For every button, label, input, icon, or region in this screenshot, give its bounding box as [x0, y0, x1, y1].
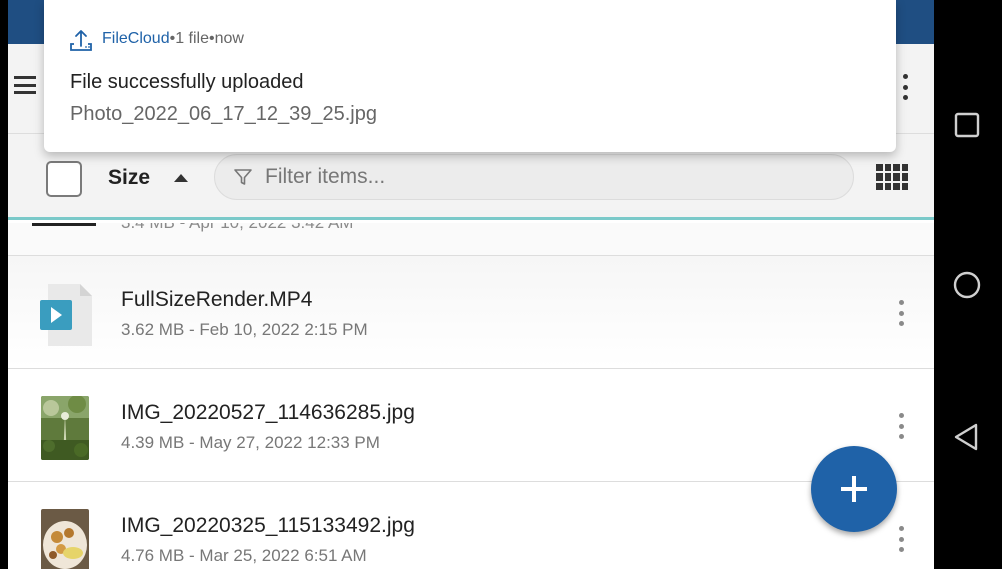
file-name: FullSizeRender.MP4 [121, 288, 313, 311]
video-file-icon [40, 284, 92, 346]
plus-icon [841, 476, 867, 502]
list-item[interactable]: FullSizeRender.MP4 3.62 MB - Feb 10, 202… [8, 256, 934, 369]
back-triangle-icon[interactable] [950, 420, 984, 454]
image-thumbnail [41, 509, 89, 569]
file-list: 3.4 MB - Apr 10, 2022 3:42 AM FullSizeRe… [8, 223, 934, 569]
notification-header: FileCloud • 1 file • now [68, 26, 244, 52]
notification-time: now [214, 30, 244, 47]
item-menu-icon[interactable] [898, 413, 904, 439]
file-meta: 3.62 MB - Feb 10, 2022 2:15 PM [121, 320, 368, 339]
upload-notification[interactable]: FileCloud • 1 file • now File successful… [44, 0, 896, 152]
grid-view-icon[interactable] [876, 164, 908, 190]
recents-square-icon[interactable] [950, 108, 984, 142]
upload-cloud-icon [70, 30, 92, 51]
home-circle-icon[interactable] [950, 268, 984, 302]
sort-label[interactable]: Size [108, 166, 150, 190]
file-name: IMG_20220325_115133492.jpg [121, 514, 415, 537]
notification-body: Photo_2022_06_17_12_39_25.jpg [70, 103, 377, 125]
list-item[interactable]: 3.4 MB - Apr 10, 2022 3:42 AM [8, 223, 934, 256]
filter-input[interactable] [265, 165, 785, 189]
list-item[interactable]: IMG_20220325_115133492.jpg 4.76 MB - Mar… [8, 482, 934, 569]
item-menu-icon[interactable] [898, 526, 904, 552]
menu-icon[interactable] [14, 76, 36, 94]
file-meta: 4.39 MB - May 27, 2022 12:33 PM [121, 433, 380, 452]
select-all-checkbox[interactable] [46, 161, 82, 197]
file-name: IMG_20220527_114636285.jpg [121, 401, 415, 424]
file-meta: 3.4 MB - Apr 10, 2022 3:42 AM [121, 223, 353, 233]
filter-icon [234, 169, 252, 185]
notification-file-count: 1 file [175, 30, 209, 47]
overflow-menu-icon[interactable] [902, 74, 908, 100]
file-meta: 4.76 MB - Mar 25, 2022 6:51 AM [121, 546, 367, 565]
filter-field[interactable] [214, 154, 854, 200]
list-item[interactable]: IMG_20220527_114636285.jpg 4.39 MB - May… [8, 369, 934, 482]
android-nav-bar [934, 0, 1002, 569]
add-button[interactable] [811, 446, 897, 532]
item-menu-icon[interactable] [898, 300, 904, 326]
notification-title: File successfully uploaded [70, 71, 304, 93]
thumbnail-edge [32, 223, 96, 226]
sort-ascending-icon[interactable] [174, 174, 188, 182]
image-thumbnail [41, 396, 89, 460]
notification-app-name: FileCloud [102, 30, 170, 47]
